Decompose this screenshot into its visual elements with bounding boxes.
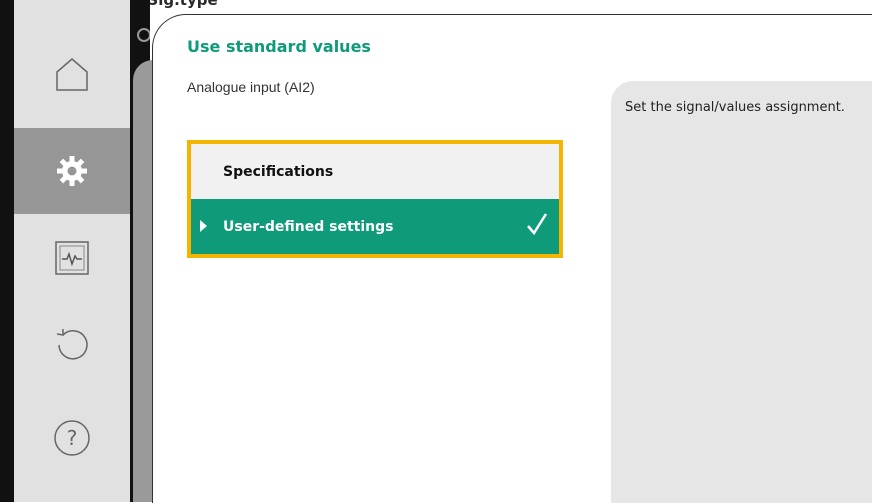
sidebar-item-undo[interactable] bbox=[14, 300, 130, 386]
option-specifications[interactable]: Specifications bbox=[191, 144, 559, 199]
sidebar: ? bbox=[14, 0, 130, 502]
help-panel: Set the signal/values assignment. bbox=[611, 81, 872, 503]
gear-icon bbox=[137, 28, 150, 42]
diagnostics-icon bbox=[55, 241, 89, 275]
help-text: Set the signal/values assignment. bbox=[625, 100, 845, 115]
scroll-track bbox=[133, 60, 153, 502]
device-bezel bbox=[0, 0, 14, 502]
help-icon: ? bbox=[54, 420, 90, 456]
sidebar-item-diagnostics[interactable] bbox=[14, 215, 130, 301]
page-subtitle: Analogue input (AI2) bbox=[187, 79, 315, 95]
checkmark-icon bbox=[527, 213, 548, 236]
sidebar-item-help[interactable]: ? bbox=[14, 395, 130, 481]
home-icon bbox=[56, 58, 88, 91]
sidebar-item-home[interactable] bbox=[14, 32, 130, 118]
svg-text:?: ? bbox=[67, 426, 78, 450]
option-label: Specifications bbox=[223, 163, 334, 180]
page-title: Use standard values bbox=[187, 37, 371, 56]
undo-icon bbox=[56, 329, 88, 360]
option-label: User-defined settings bbox=[223, 218, 394, 235]
sidebar-item-settings[interactable] bbox=[14, 128, 130, 214]
gear-icon bbox=[57, 156, 87, 186]
main-panel: Use standard values Analogue input (AI2)… bbox=[152, 14, 872, 503]
selection-arrow-icon bbox=[200, 220, 207, 232]
option-list: Specifications User-defined settings bbox=[187, 140, 563, 258]
option-user-defined-settings[interactable]: User-defined settings bbox=[191, 199, 559, 254]
